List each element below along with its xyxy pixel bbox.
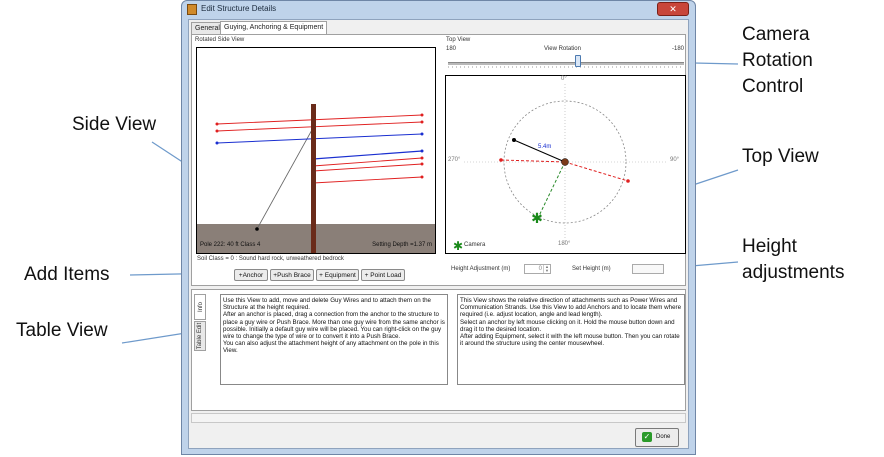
tab-info[interactable]: Info — [194, 294, 206, 320]
add-equipment-button[interactable]: + Equipment — [316, 269, 359, 281]
top-view-label: Top View — [446, 37, 471, 43]
deg-180-label: 180° — [558, 241, 571, 247]
camera-rotation-slider[interactable] — [448, 55, 684, 69]
pole — [311, 104, 316, 254]
info-left-text: Use this View to add, move and delete Gu… — [223, 297, 445, 355]
pole-marker — [561, 158, 569, 166]
bottom-area: Info Table Edit Use this View to add, mo… — [191, 289, 686, 411]
svg-text:✱: ✱ — [453, 239, 463, 253]
rotation-max: -180 — [672, 46, 685, 52]
deg-90-label: 90° — [670, 157, 680, 163]
side-view-canvas[interactable]: Pole 222: 40 ft Class 4 Setting Depth =1… — [196, 47, 436, 254]
guy-wire — [256, 127, 314, 230]
anchor-point — [255, 227, 259, 231]
window-client: General Guying, Anchoring & Equipment Ro… — [188, 19, 689, 449]
info-right-text: This View shows the relative direction o… — [460, 297, 682, 348]
tab-pane: Rotated Side View Pole 222: 40 ft Class … — [191, 34, 686, 286]
add-point-load-button[interactable]: + Point Load — [361, 269, 405, 281]
red-direction-right — [564, 161, 629, 182]
setting-depth: Setting Depth =1.37 m — [372, 242, 432, 248]
tab-table-edit[interactable]: Table Edit — [194, 321, 206, 351]
slider-ticks — [448, 66, 684, 68]
done-label: Done — [656, 434, 671, 440]
checkmark-icon: ✓ — [642, 432, 652, 442]
window-title: Edit Structure Details — [201, 4, 277, 13]
side-view-label: Rotated Side View — [195, 37, 245, 43]
spinner-arrows-icon[interactable]: ▲ ▼ — [543, 265, 550, 273]
edit-structure-window: Edit Structure Details ✕ General Guying,… — [181, 0, 696, 455]
info-right-box: This View shows the relative direction o… — [457, 294, 685, 385]
close-button[interactable]: ✕ — [657, 2, 689, 16]
status-bar — [191, 413, 686, 423]
done-button[interactable]: ✓ Done — [635, 428, 679, 447]
top-view-canvas[interactable]: ✱ ✱ 5.4m 0° 90° 180° 270° Camera — [445, 75, 686, 254]
info-left-box: Use this View to add, move and delete Gu… — [220, 294, 448, 385]
wire-blue-2 — [312, 150, 423, 160]
title-bar: Edit Structure Details ✕ — [182, 1, 695, 19]
wire-red-1 — [216, 114, 423, 125]
soil-class: Soil Class = 0 : Sound hard rock, unweat… — [197, 256, 344, 262]
height-adjust-spinner[interactable]: 0 ▲ ▼ — [524, 264, 551, 274]
anchor-marker — [512, 138, 516, 142]
add-push-brace-button[interactable]: +Push Brace — [270, 269, 314, 281]
height-adjust-label: Height Adjustment (m) — [451, 266, 511, 272]
add-anchor-button[interactable]: +Anchor — [234, 269, 268, 281]
side-view-drawing — [197, 104, 435, 254]
distance-label: 5.4m — [538, 144, 552, 150]
top-view-drawing: ✱ ✱ — [453, 84, 668, 253]
height-adjust-value: 0 — [538, 266, 542, 272]
pole-info: Pole 222: 40 ft Class 4 — [200, 242, 261, 248]
rotation-min: 180 — [446, 46, 457, 52]
tab-guying[interactable]: Guying, Anchoring & Equipment — [220, 21, 328, 35]
svg-text:✱: ✱ — [531, 211, 543, 227]
wire-red-2 — [216, 121, 423, 132]
structure-icon — [187, 4, 197, 15]
camera-label: Camera — [464, 242, 486, 248]
deg-270-label: 270° — [448, 157, 461, 163]
wire-red-5 — [312, 176, 423, 184]
set-height-input[interactable] — [632, 264, 664, 274]
slider-thumb[interactable] — [575, 55, 581, 67]
rotation-title: View Rotation — [544, 46, 581, 52]
wire-blue-1 — [216, 133, 423, 144]
set-height-label: Set Height (m) — [572, 266, 611, 272]
deg-0-label: 0° — [561, 76, 567, 82]
